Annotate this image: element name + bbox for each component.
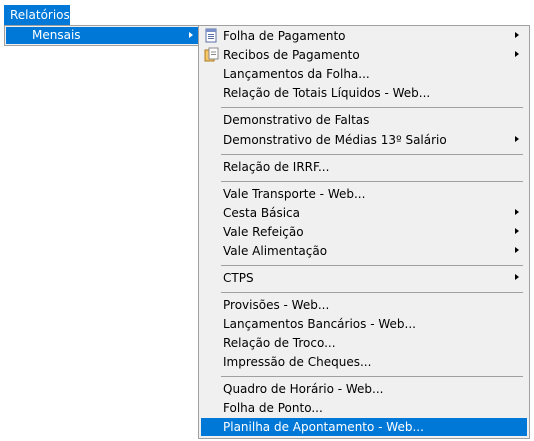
menu-item-label: Cesta Básica [223, 206, 301, 220]
menu-item-impressao-de-cheques[interactable]: Impressão de Cheques... [201, 353, 527, 371]
menu-item-label: Demonstrativo de Faltas [223, 113, 370, 127]
menu-relatorios[interactable]: Relatórios [4, 5, 70, 25]
menu-relatorios-label: Relatórios [10, 8, 70, 22]
menu-item-quadro-de-horario[interactable]: Quadro de Horário - Web... [201, 380, 527, 398]
menu-item-label: Vale Refeição [223, 225, 304, 239]
menu-item-label: Relação de IRRF... [223, 160, 330, 174]
chevron-right-icon [515, 32, 519, 38]
menu-separator [221, 181, 523, 182]
submenu-relatorios: Mensais [4, 25, 200, 46]
submenu-mensais: Folha de Pagamento Recibos de Pagamento … [198, 25, 530, 439]
menu-item-label: Provisões - Web... [223, 298, 330, 312]
menu-item-label: CTPS [223, 271, 254, 285]
chevron-right-icon [515, 274, 519, 280]
menu-item-label: Relação de Troco... [223, 336, 336, 350]
menu-item-label: Relação de Totais Líquidos - Web... [223, 86, 431, 100]
menu-item-folha-de-pagamento[interactable]: Folha de Pagamento [201, 27, 527, 45]
menu-separator [221, 154, 523, 155]
menu-item-label: Vale Alimentação [223, 244, 328, 258]
menu-item-relacao-de-troco[interactable]: Relação de Troco... [201, 334, 527, 352]
menu-item-demonstrativo-de-faltas[interactable]: Demonstrativo de Faltas [201, 111, 527, 129]
menu-item-planilha-de-apontamento[interactable]: Planilha de Apontamento - Web... [201, 418, 527, 436]
menu-item-relacao-totais-liquidos[interactable]: Relação de Totais Líquidos - Web... [201, 84, 527, 102]
menu-item-vale-transporte[interactable]: Vale Transporte - Web... [201, 185, 527, 203]
menu-separator [221, 376, 523, 377]
chevron-right-icon [515, 136, 519, 142]
menu-item-folha-de-ponto[interactable]: Folha de Ponto... [201, 399, 527, 417]
menu-item-cesta-basica[interactable]: Cesta Básica [201, 204, 527, 222]
menu-item-label: Quadro de Horário - Web... [223, 382, 384, 396]
chevron-right-icon [515, 247, 519, 253]
menu-item-provisoes[interactable]: Provisões - Web... [201, 296, 527, 314]
chevron-right-icon [515, 209, 519, 215]
menu-item-mensais[interactable]: Mensais [6, 27, 198, 44]
menu-item-label: Lançamentos da Folha... [223, 67, 370, 81]
chevron-right-icon [515, 228, 519, 234]
documents-icon [204, 47, 219, 62]
chevron-right-icon [515, 51, 519, 57]
menu-item-vale-refeicao[interactable]: Vale Refeição [201, 223, 527, 241]
menu-item-label: Demonstrativo de Médias 13º Salário [223, 133, 447, 147]
menu-separator [221, 107, 523, 108]
menu-item-label: Lançamentos Bancários - Web... [223, 317, 416, 331]
app-root: Relatórios Mensais Folha de Pagamento Re… [0, 0, 534, 441]
menu-item-label: Vale Transporte - Web... [223, 187, 366, 201]
menu-item-label: Recibos de Pagamento [223, 48, 360, 62]
menu-item-relacao-de-irrf[interactable]: Relação de IRRF... [201, 158, 527, 176]
menu-item-label: Planilha de Apontamento - Web... [223, 420, 424, 434]
chevron-right-icon [189, 32, 193, 38]
menu-separator [221, 265, 523, 266]
menu-item-label: Folha de Pagamento [223, 29, 346, 43]
menu-item-vale-alimentacao[interactable]: Vale Alimentação [201, 242, 527, 260]
menu-item-label: Folha de Ponto... [223, 401, 323, 415]
document-list-icon [205, 28, 217, 43]
menu-item-lancamentos-da-folha[interactable]: Lançamentos da Folha... [201, 65, 527, 83]
menu-item-mensais-label: Mensais [32, 28, 81, 42]
menu-separator [221, 292, 523, 293]
menu-item-label: Impressão de Cheques... [223, 355, 372, 369]
menu-item-recibos-de-pagamento[interactable]: Recibos de Pagamento [201, 46, 527, 64]
menu-item-demonstrativo-medias-13[interactable]: Demonstrativo de Médias 13º Salário [201, 131, 527, 149]
menu-item-lancamentos-bancarios[interactable]: Lançamentos Bancários - Web... [201, 315, 527, 333]
menu-item-ctps[interactable]: CTPS [201, 269, 527, 287]
